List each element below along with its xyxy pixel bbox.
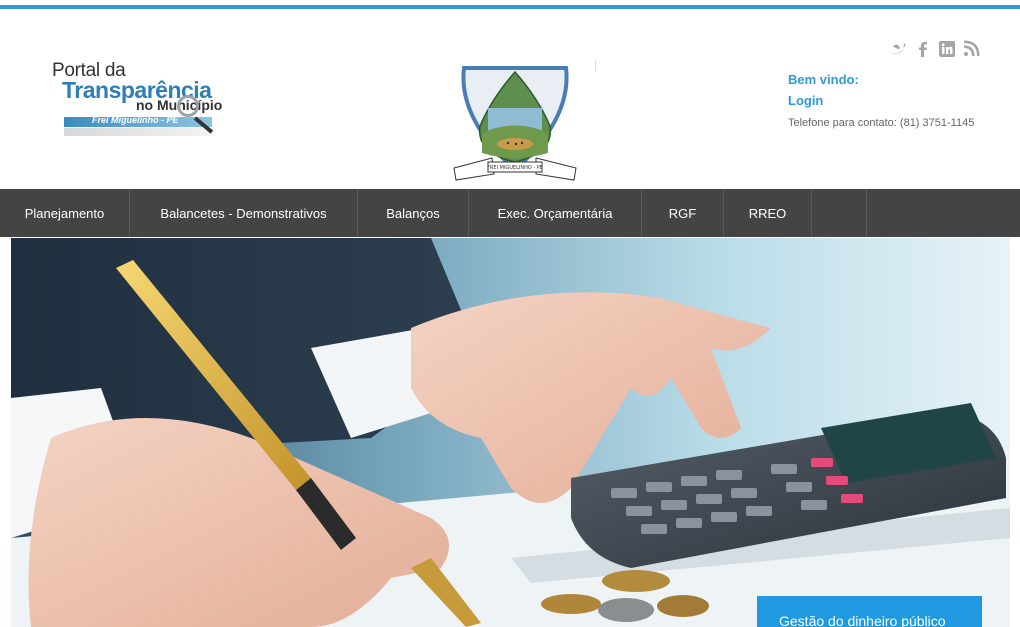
social-links (890, 40, 980, 58)
logo-shadow (64, 128, 214, 136)
magnifier-icon (177, 95, 199, 117)
nav-item-empty[interactable] (812, 189, 867, 237)
rss-icon[interactable] (962, 40, 980, 58)
top-accent-rule (0, 0, 1020, 10)
twitter-icon[interactable] (890, 40, 908, 58)
nav-item-rreo[interactable]: RREO (724, 189, 812, 237)
linkedin-icon[interactable] (938, 40, 956, 58)
hero-illustration (11, 238, 1010, 627)
facebook-icon[interactable] (914, 40, 932, 58)
portal-logo[interactable]: Portal da Transparência no Município Fre… (52, 60, 242, 145)
nav-item-rgf[interactable]: RGF (642, 189, 724, 237)
hero-caption[interactable]: Gestão do dinheiro público (757, 596, 982, 627)
nav-item-balancetes[interactable]: Balancetes - Demonstrativos (130, 189, 358, 237)
welcome-text: Bem vindo: (788, 72, 859, 87)
login-link[interactable]: Login (788, 93, 823, 108)
nav-item-exec-orcamentaria[interactable]: Exec. Orçamentária (469, 189, 642, 237)
contact-phone: Telefone para contato: (81) 3751-1145 (788, 117, 975, 129)
logo-subtitle: Frei Miguelinho - PE (92, 115, 179, 125)
header-divider (595, 60, 596, 72)
main-nav: Planejamento Balancetes - Demonstrativos… (0, 189, 1020, 237)
crest-ribbon-text: FREI MIGUELINHO - PE (487, 165, 543, 171)
nav-item-planejamento[interactable]: Planejamento (0, 189, 130, 237)
municipal-crest: FREI MIGUELINHO - PE (452, 58, 578, 188)
hero-banner (11, 238, 1010, 627)
site-header: Portal da Transparência no Município Fre… (0, 10, 1020, 189)
nav-item-balancos[interactable]: Balanços (358, 189, 469, 237)
